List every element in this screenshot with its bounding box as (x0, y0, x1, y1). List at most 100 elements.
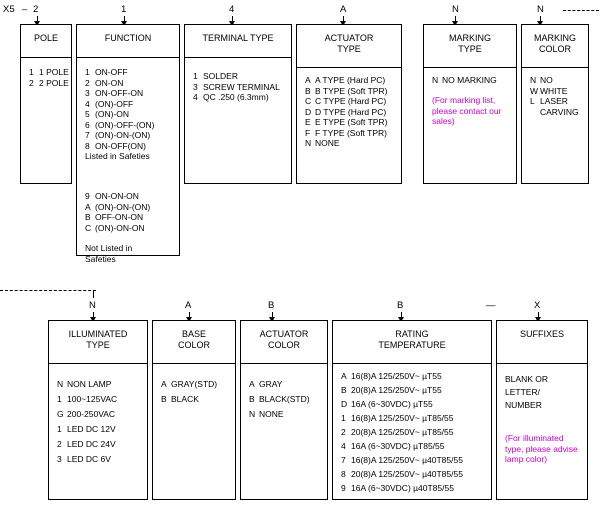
list-item: DD TYPE (Hard PC) (305, 106, 387, 117)
list-item: 2 20(8)A 125/250V~ µT85/55 (341, 427, 454, 437)
code-seg-x5: X5 (3, 4, 15, 15)
list-item: 1 ON-OFF (85, 67, 128, 77)
code-seg-actuator: A (340, 4, 347, 15)
marking-note-line1: (For marking list, (432, 95, 496, 105)
list-item: N NONE (305, 138, 340, 148)
box-suffixes-divider (497, 363, 587, 364)
list-item: 2 LED DC 24V (57, 439, 116, 449)
suffixes-note-line1: (For illuminated (505, 433, 564, 443)
box-pole-divider (21, 57, 71, 58)
code-seg-function: 1 (121, 4, 127, 15)
list-item: N NO MARKING (432, 75, 497, 85)
box-actuator-type-title: ACTUATOR TYPE (324, 33, 374, 54)
list-item: 2 ON-ON (85, 77, 124, 88)
marking-note-line2: please contact our (432, 105, 502, 116)
code-seg-rating-temp: B (397, 300, 404, 311)
box-rating-temperature-divider (333, 363, 491, 364)
part-number-code-row-bottom: N A B B — X (0, 300, 600, 314)
box-illuminated-type-items: N NON LAMP 1 100~125VAC G 200-250VAC 1 LED D… (49, 377, 147, 467)
box-base-color-title: BASE COLOR (177, 329, 210, 350)
box-terminal-type-items: 1 SOLDER 3 SCREW TERMINAL 4 QC .250 (6.3mm) (185, 71, 291, 103)
box-marking-type: MARKING TYPE N NO MARKING (For marking li… (423, 24, 517, 184)
top-dotted-continuation (563, 10, 599, 11)
list-item: W WHITE (530, 85, 568, 96)
box-actuator-color-divider (241, 363, 327, 364)
list-item: A 16(8)A 125/250V~ µT55 (341, 371, 442, 381)
box-marking-color-title: MARKING COLOR (533, 33, 576, 54)
box-actuator-color-title: ACTUATOR COLOR (259, 329, 309, 350)
list-item: CC TYPE (Hard PC) (305, 96, 387, 106)
box-function-items: 1 ON-OFF 2 ON-ON 3 ON-OFF-ON 4 (ON)-OFF 5 (ON… (77, 67, 179, 162)
code-seg-illuminated: N (89, 300, 96, 311)
list-item: B BLACK(STD) (249, 394, 310, 404)
list-item: D 16A (6~30VDC) µT55 (341, 399, 433, 409)
box-function-divider (77, 57, 179, 58)
box-pole-title: POLE (33, 33, 58, 43)
box-marking-type-divider (424, 67, 516, 68)
function-end-note-line1: Not Listed in (85, 243, 133, 253)
list-item: 11 POLE (29, 67, 69, 77)
list-item: 7 16(8)A 125/250V~ µ40T85/55 (341, 455, 463, 465)
code-seg-dash2: — (486, 300, 496, 311)
list-item: 4 (ON)-OFF (85, 98, 134, 109)
list-item: AA TYPE (Hard PC) (305, 75, 386, 85)
box-illuminated-type: ILLUMINATED TYPE N NON LAMP 1 100~125VAC G… (48, 320, 148, 500)
list-item: 22 POLE (29, 77, 69, 88)
box-marking-color-divider (522, 67, 588, 68)
box-marking-type-items: N NO MARKING (424, 75, 516, 86)
box-function-title: FUNCTION (104, 33, 152, 43)
list-item: 4 QC .250 (6.3mm) (193, 92, 269, 102)
list-item-cont: CARVING (540, 106, 579, 117)
suffixes-line1: BLANK OR (505, 374, 548, 384)
function-end-note-line2: Safeties (85, 253, 116, 264)
list-item: A GRAY (249, 379, 283, 389)
box-marking-color: MARKING COLOR N NO W WHITE L LASER CARVING (521, 24, 589, 184)
box-illuminated-type-title: ILLUMINATED TYPE (68, 329, 128, 350)
box-base-color-divider (153, 363, 235, 364)
box-marking-color-items: N NO W WHITE L LASER CARVING (522, 75, 588, 117)
box-suffixes-text: BLANK OR LETTER/ NUMBER (497, 373, 587, 412)
marking-note-line3: sales) (432, 116, 455, 126)
code-seg-marking-color: N (537, 4, 544, 15)
list-item: C (ON)-ON-ON (85, 222, 145, 233)
list-item: 3 ON-OFF-ON (85, 88, 144, 98)
list-item: 9 ON-ON-ON (85, 191, 139, 201)
suffixes-line2: LETTER/ (505, 387, 540, 397)
box-actuator-type: ACTUATOR TYPE AA TYPE (Hard PC) BB TYPE … (296, 24, 402, 184)
list-item: 8 20(8)A 125/250V~ µ40T85/55 (341, 469, 463, 479)
bottom-dotted-continuation (0, 290, 96, 291)
suffixes-note-line2: type, please advise (505, 443, 578, 454)
box-suffixes-note: (For illuminated type, please advise lam… (497, 433, 587, 465)
list-item: BB TYPE (Soft TPR) (305, 85, 388, 96)
box-rating-temperature-items: A 16(8)A 125/250V~ µT55 B 20(8)A 125/250V~… (333, 369, 491, 495)
list-item: 5 (ON)-ON (85, 109, 129, 119)
box-pole-items: 11 POLE 22 POLE (21, 67, 71, 88)
code-seg-actuator-color: B (268, 300, 275, 311)
box-rating-temperature-title: RATING TEMPERATURE (378, 329, 446, 350)
box-suffixes: SUFFIXES BLANK OR LETTER/ NUMBER (For il… (496, 320, 588, 500)
box-actuator-color: ACTUATOR COLOR A GRAY B BLACK(STD) N NONE (240, 320, 328, 500)
box-terminal-type: TERMINAL TYPE 1 SOLDER 3 SCREW TERMINAL 4Q… (184, 24, 292, 184)
code-seg-base-color: A (185, 300, 192, 311)
suffixes-note-line3: lamp color) (505, 454, 548, 464)
box-actuator-type-items: AA TYPE (Hard PC) BB TYPE (Soft TPR) CC … (297, 75, 401, 149)
connector-wrap (93, 290, 94, 298)
box-base-color: BASE COLOR A GRAY(STD) B BLACK (152, 320, 236, 500)
code-seg-suffixes: X (534, 300, 541, 311)
box-function-end-note: Not Listed in Safeties (77, 243, 179, 264)
box-pole: POLE 11 POLE 22 POLE (20, 24, 72, 184)
list-item: 3 LED DC 6V (57, 454, 111, 464)
box-function: FUNCTION 1 ON-OFF 2 ON-ON 3 ON-OFF-ON 4 (ON)… (76, 24, 180, 264)
list-item: B OFF-ON-ON (85, 212, 144, 222)
code-seg-dash: – (22, 4, 28, 15)
list-item: 1 100~125VAC (57, 394, 118, 404)
list-item: 1 LED DC 12V (57, 424, 116, 434)
box-actuator-color-items: A GRAY B BLACK(STD) N NONE (241, 377, 327, 422)
list-item: 6 (ON)-OFF-(ON) (85, 119, 155, 130)
list-item: 4 16A (6~30VDC) µT85/55 (341, 441, 445, 451)
list-item: N NON LAMP (57, 379, 112, 389)
list-item: L LASER (530, 96, 568, 106)
list-item: N NONE (249, 409, 284, 419)
list-item: B BLACK (161, 394, 199, 404)
list-item: G 200-250VAC (57, 409, 116, 419)
